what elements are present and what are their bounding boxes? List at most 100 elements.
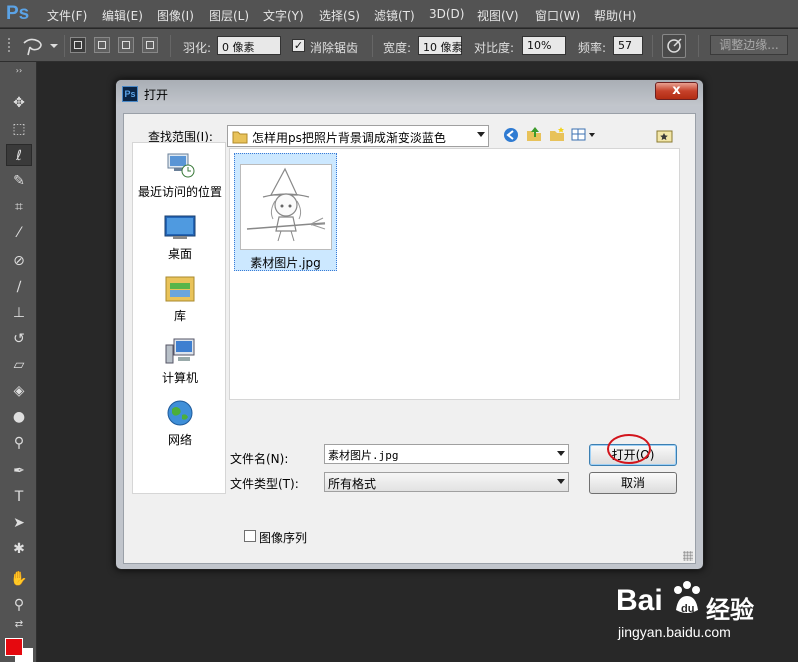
image-sequence-checkbox[interactable] <box>244 530 256 542</box>
swap-colors-icon[interactable]: ⇄ <box>6 618 32 632</box>
menu-select[interactable]: 选择(S) <box>319 7 360 24</box>
new-selection-icon[interactable] <box>70 37 86 53</box>
path-selection-tool-icon[interactable]: ➤ <box>6 512 32 534</box>
contrast-input[interactable]: 10% <box>522 36 566 55</box>
favorite-folder-icon[interactable] <box>656 128 674 144</box>
tablet-pressure-icon[interactable] <box>662 34 686 58</box>
place-recent-label: 最近访问的位置 <box>137 185 222 199</box>
place-libraries[interactable]: 库 <box>133 275 227 324</box>
place-desktop[interactable]: 桌面 <box>133 213 227 262</box>
width-input[interactable]: 10 像素 <box>418 36 463 55</box>
clone-stamp-tool-icon[interactable]: ⊥ <box>6 302 32 324</box>
file-list[interactable]: 素材图片.jpg <box>229 148 680 400</box>
refine-edge-button[interactable]: 调整边缘... <box>710 35 788 55</box>
place-recent[interactable]: 最近访问的位置 <box>133 151 227 200</box>
grip-handle[interactable] <box>8 38 14 52</box>
file-item[interactable]: 素材图片.jpg <box>234 153 337 271</box>
dialog-title: 打开 <box>144 88 169 102</box>
feather-label: 羽化: <box>183 41 212 55</box>
close-button[interactable]: x <box>655 82 698 100</box>
eraser-tool-icon[interactable]: ▱ <box>6 354 32 376</box>
open-dialog: Ps 打开 x 查找范围(I): 怎样用ps把照片背景调成渐变淡蓝色 最近访问的… <box>115 79 704 570</box>
place-network[interactable]: 网络 <box>133 399 227 448</box>
menu-image[interactable]: 图像(I) <box>157 7 194 24</box>
chevron-down-icon <box>557 451 565 456</box>
filetype-label: 文件类型(T): <box>230 477 299 491</box>
watermark-url: jingyan.baidu.com <box>618 624 731 640</box>
dialog-title-bar[interactable]: Ps 打开 x <box>116 80 703 106</box>
crop-tool-icon[interactable]: ⌗ <box>6 196 32 218</box>
hand-tool-icon[interactable]: ✋ <box>6 568 32 590</box>
place-computer-label: 计算机 <box>161 371 198 385</box>
baidu-jingyan-watermark: Bai du 经验 jingyan.baidu.com <box>616 580 798 662</box>
place-libraries-label: 库 <box>173 309 186 323</box>
history-brush-tool-icon[interactable]: ↺ <box>6 328 32 350</box>
chevron-down-icon <box>557 479 565 484</box>
type-tool-icon[interactable]: T <box>6 486 32 508</box>
dialog-client-area: 查找范围(I): 怎样用ps把照片背景调成渐变淡蓝色 最近访问的位置 桌面 库 … <box>123 113 696 564</box>
magnetic-lasso-preset-icon[interactable] <box>20 35 60 57</box>
menu-help[interactable]: 帮助(H) <box>594 7 636 24</box>
quick-selection-tool-icon[interactable]: ✎ <box>6 170 32 192</box>
tools-panel: ›› ✥ ⬚ ℓ ✎ ⌗ ⁄ ⊘ ∕ ⊥ ↺ ▱ ◈ ● ⚲ ✒ T ➤ ✱ ✋… <box>0 62 37 662</box>
eyedropper-tool-icon[interactable]: ⁄ <box>6 222 32 244</box>
folder-icon <box>232 131 248 144</box>
file-name: 素材图片.jpg <box>250 256 321 270</box>
add-selection-icon[interactable] <box>94 37 110 53</box>
resize-grip[interactable] <box>683 551 693 561</box>
filetype-select[interactable]: 所有格式 <box>324 472 569 492</box>
dodge-tool-icon[interactable]: ⚲ <box>6 432 32 454</box>
new-folder-icon[interactable] <box>548 126 566 142</box>
menu-window[interactable]: 窗口(W) <box>535 7 580 24</box>
menu-view[interactable]: 视图(V) <box>477 7 519 24</box>
frequency-label: 频率: <box>578 41 607 55</box>
intersect-selection-icon[interactable] <box>142 37 158 53</box>
antialias-checkbox[interactable]: ✓ <box>292 39 305 52</box>
foreground-color-swatch[interactable] <box>5 638 23 656</box>
image-sequence-label: 图像序列 <box>259 531 308 545</box>
menu-edit[interactable]: 编辑(E) <box>102 7 143 24</box>
lasso-tool-icon[interactable]: ℓ <box>6 144 32 166</box>
menu-layer[interactable]: 图层(L) <box>209 7 249 24</box>
chevron-down-icon <box>477 132 485 137</box>
healing-brush-tool-icon[interactable]: ⊘ <box>6 250 32 272</box>
width-label: 宽度: <box>383 41 412 55</box>
blur-tool-icon[interactable]: ● <box>6 406 32 428</box>
libraries-icon <box>165 276 195 302</box>
back-icon[interactable] <box>503 127 521 143</box>
menu-filter[interactable]: 滤镜(T) <box>374 7 415 24</box>
zoom-tool-icon[interactable]: ⚲ <box>6 594 32 616</box>
menu-type[interactable]: 文字(Y) <box>263 7 304 24</box>
recent-places-icon <box>167 153 195 178</box>
pen-tool-icon[interactable]: ✒ <box>6 460 32 482</box>
filename-value: 素材图片.jpg <box>328 449 399 462</box>
move-tool-icon[interactable]: ✥ <box>6 92 32 114</box>
paint-bucket-tool-icon[interactable]: ◈ <box>6 380 32 402</box>
paw-icon: du <box>674 581 700 615</box>
marquee-tool-icon[interactable]: ⬚ <box>6 118 32 140</box>
brush-tool-icon[interactable]: ∕ <box>6 276 32 298</box>
computer-icon <box>165 338 195 364</box>
watermark-brand-suffix: 经验 <box>706 596 754 624</box>
view-menu-icon[interactable] <box>571 127 599 143</box>
look-in-combo[interactable]: 怎样用ps把照片背景调成渐变淡蓝色 <box>227 125 489 147</box>
watermark-brand: Bai <box>616 584 663 617</box>
photoshop-small-icon: Ps <box>122 86 138 102</box>
contrast-label: 对比度: <box>474 41 515 55</box>
menu-file[interactable]: 文件(F) <box>47 7 87 24</box>
place-desktop-label: 桌面 <box>167 247 192 261</box>
filename-input[interactable]: 素材图片.jpg <box>324 444 569 464</box>
photoshop-logo: Ps <box>6 3 30 24</box>
frequency-input[interactable]: 57 <box>613 36 643 55</box>
subtract-selection-icon[interactable] <box>118 37 134 53</box>
options-bar: 羽化: 0 像素 ✓ 消除锯齿 宽度: 10 像素 对比度: 10% 频率: 5… <box>0 29 798 62</box>
menu-3d[interactable]: 3D(D) <box>429 7 464 21</box>
place-computer[interactable]: 计算机 <box>133 337 227 386</box>
panel-collapse-icon[interactable]: ›› <box>6 66 32 76</box>
cancel-button[interactable]: 取消 <box>589 472 677 494</box>
up-folder-icon[interactable] <box>525 126 543 142</box>
antialias-label: 消除锯齿 <box>310 41 359 55</box>
shape-tool-icon[interactable]: ✱ <box>6 538 32 560</box>
feather-input[interactable]: 0 像素 <box>217 36 281 55</box>
places-bar: 最近访问的位置 桌面 库 计算机 网络 <box>132 142 226 494</box>
